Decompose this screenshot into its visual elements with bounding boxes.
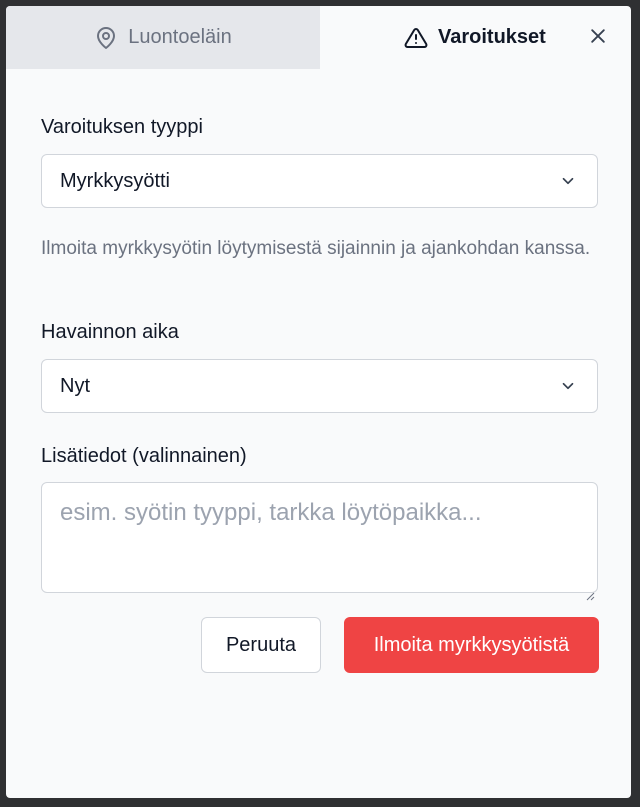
resize-handle-icon[interactable] (585, 580, 595, 601)
warning-type-select[interactable]: Myrkkysyötti (41, 154, 598, 208)
observation-time-select[interactable]: Nyt (41, 359, 598, 413)
submit-report-button-label: Ilmoita myrkkysyötistä (373, 633, 570, 656)
close-icon (588, 26, 608, 51)
details-textarea[interactable]: esim. syötin tyyppi, tarkka löytöpaikka.… (41, 482, 598, 601)
report-modal: Luontoeläin Varoitukset Varoituksen tyyp… (6, 6, 631, 798)
tab-wildlife[interactable]: Luontoeläin (6, 6, 320, 69)
details-placeholder: esim. syötin tyyppi, tarkka löytöpaikka.… (60, 499, 482, 526)
tab-bar: Luontoeläin Varoitukset (6, 6, 631, 69)
warning-type-label: Varoituksen tyyppi (41, 116, 203, 138)
observation-time-value: Nyt (60, 374, 90, 397)
submit-report-button[interactable]: Ilmoita myrkkysyötistä (344, 617, 599, 673)
warning-triangle-icon (404, 26, 428, 50)
observation-time-label: Havainnon aika (41, 321, 179, 343)
details-label: Lisätiedot (valinnainen) (41, 445, 247, 467)
cancel-button-label: Peruuta (225, 633, 297, 656)
help-text: Ilmoita myrkkysyötin löytymisestä sijain… (41, 238, 591, 259)
tab-wildlife-label: Luontoeläin (128, 26, 232, 48)
close-button[interactable] (584, 24, 612, 52)
cancel-button[interactable]: Peruuta (201, 617, 321, 673)
chevron-down-icon (559, 172, 577, 190)
chevron-down-icon (559, 377, 577, 395)
warning-type-value: Myrkkysyötti (60, 169, 170, 192)
map-pin-icon (94, 26, 118, 50)
tab-warnings-label: Varoitukset (438, 26, 546, 48)
tab-warnings[interactable]: Varoitukset (320, 6, 570, 69)
